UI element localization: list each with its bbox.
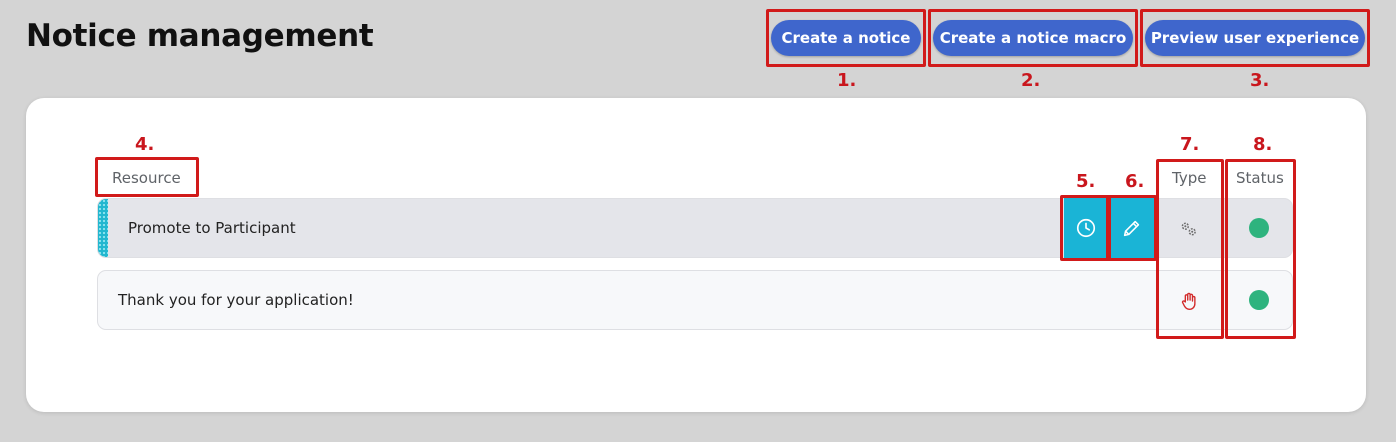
- column-header-type: Type: [1172, 169, 1207, 187]
- preview-user-experience-button[interactable]: Preview user experience: [1145, 20, 1365, 56]
- type-manual: [1177, 289, 1201, 313]
- table-row[interactable]: Thank you for your application!: [97, 270, 1293, 330]
- create-notice-macro-button[interactable]: Create a notice macro: [933, 20, 1133, 56]
- annotation-number-3: 3.: [1250, 70, 1270, 91]
- annotation-number-4: 4.: [135, 134, 155, 155]
- annotation-number-1: 1.: [837, 70, 857, 91]
- page-title: Notice management: [26, 18, 374, 54]
- annotation-number-8: 8.: [1253, 134, 1273, 155]
- column-header-resource[interactable]: Resource: [112, 169, 181, 187]
- pencil-icon: [1123, 220, 1140, 237]
- status-indicator[interactable]: [1249, 218, 1269, 238]
- row-label: Promote to Participant: [128, 219, 296, 237]
- hand-icon: [1181, 292, 1196, 310]
- column-header-status: Status: [1236, 169, 1284, 187]
- annotation-number-7: 7.: [1180, 134, 1200, 155]
- annotation-number-2: 2.: [1021, 70, 1041, 91]
- type-automatic: [1177, 217, 1201, 241]
- schedule-button[interactable]: [1064, 198, 1108, 258]
- annotation-number-5: 5.: [1076, 171, 1096, 192]
- row-label: Thank you for your application!: [118, 291, 354, 309]
- annotation-number-6: 6.: [1125, 171, 1145, 192]
- clock-icon: [1076, 218, 1096, 238]
- status-indicator[interactable]: [1249, 290, 1269, 310]
- edit-button[interactable]: [1110, 198, 1154, 258]
- gears-icon: [1181, 222, 1196, 236]
- row-selection-marker: [98, 199, 108, 257]
- create-notice-button[interactable]: Create a notice: [771, 20, 921, 56]
